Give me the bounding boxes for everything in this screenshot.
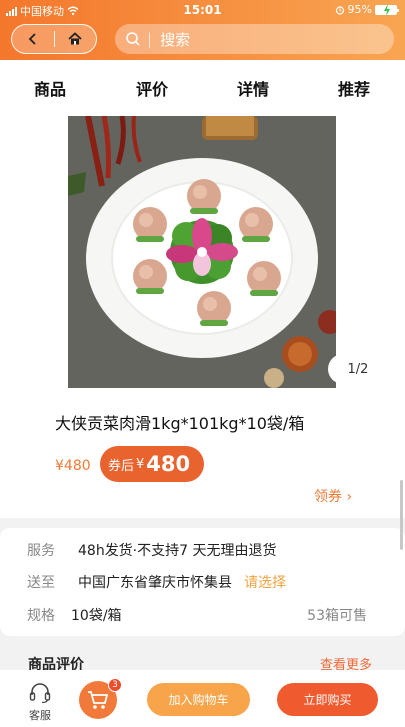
section-tabs: 商品 评价 详情 推荐 [0,60,405,116]
coupon-price-badge: 券后 ¥ 480 [100,446,204,482]
service-value: 48h发货·不支持7 天无理由退货 [78,543,277,559]
get-coupon-link[interactable]: 领券 › [314,486,352,506]
customer-service-label: 客服 [29,709,51,722]
buy-now-button[interactable]: 立即购买 [277,683,378,716]
spec-label: 规格 [27,608,55,624]
cart-count-badge: 3 [108,678,122,692]
product-image[interactable] [68,116,336,388]
original-price: ¥480 [55,458,91,474]
coupon-label: 券后 [108,458,135,474]
nav-pill [11,24,97,54]
spec-row[interactable]: 规格 10袋/箱 [27,605,122,625]
select-address-link[interactable]: 请选择 [244,575,286,591]
add-to-cart-button[interactable]: 加入购物车 [147,683,250,716]
status-bar: 中国移动 15:01 95% [0,0,405,20]
home-button[interactable] [55,25,97,53]
search-cursor: | [147,30,153,48]
tab-goods[interactable]: 商品 [34,76,66,100]
shipping-label: 送至 [27,575,55,591]
shipping-address: 中国广东省肇庆市怀集县 [78,575,232,591]
alarm-icon [335,5,344,15]
battery-label: 95% [347,3,372,16]
service-label: 服务 [27,543,55,559]
headset-icon [29,683,51,704]
search-placeholder: 搜索 [160,30,191,49]
status-right: 95% [335,3,399,16]
customer-service-button[interactable]: 客服 [24,682,56,723]
tab-recommend[interactable]: 推荐 [338,76,370,100]
spec-value: 10袋/箱 [71,608,122,624]
tab-details[interactable]: 详情 [237,76,269,100]
coupon-currency: ¥ [136,456,145,472]
home-icon [68,32,82,45]
scrollbar-thumb[interactable] [400,480,403,550]
search-icon [126,32,140,46]
back-button[interactable] [12,25,54,53]
tab-reviews[interactable]: 评价 [136,76,168,100]
search-input[interactable]: | 搜索 [115,24,394,54]
battery-icon [375,3,399,16]
shipping-row[interactable]: 送至 中国广东省肇庆市怀集县 请选择 [27,572,286,592]
stock-available: 53箱可售 [307,608,367,624]
back-arrow-icon [28,33,36,45]
cart-icon [88,691,109,709]
product-title: 大侠贡菜肉滑1kg*101kg*10袋/箱 [55,414,305,433]
gallery-counter: 1/2 [328,354,388,384]
coupon-amount: 480 [146,452,191,476]
service-row: 服务 48h发货·不支持7 天无理由退货 [27,540,277,560]
